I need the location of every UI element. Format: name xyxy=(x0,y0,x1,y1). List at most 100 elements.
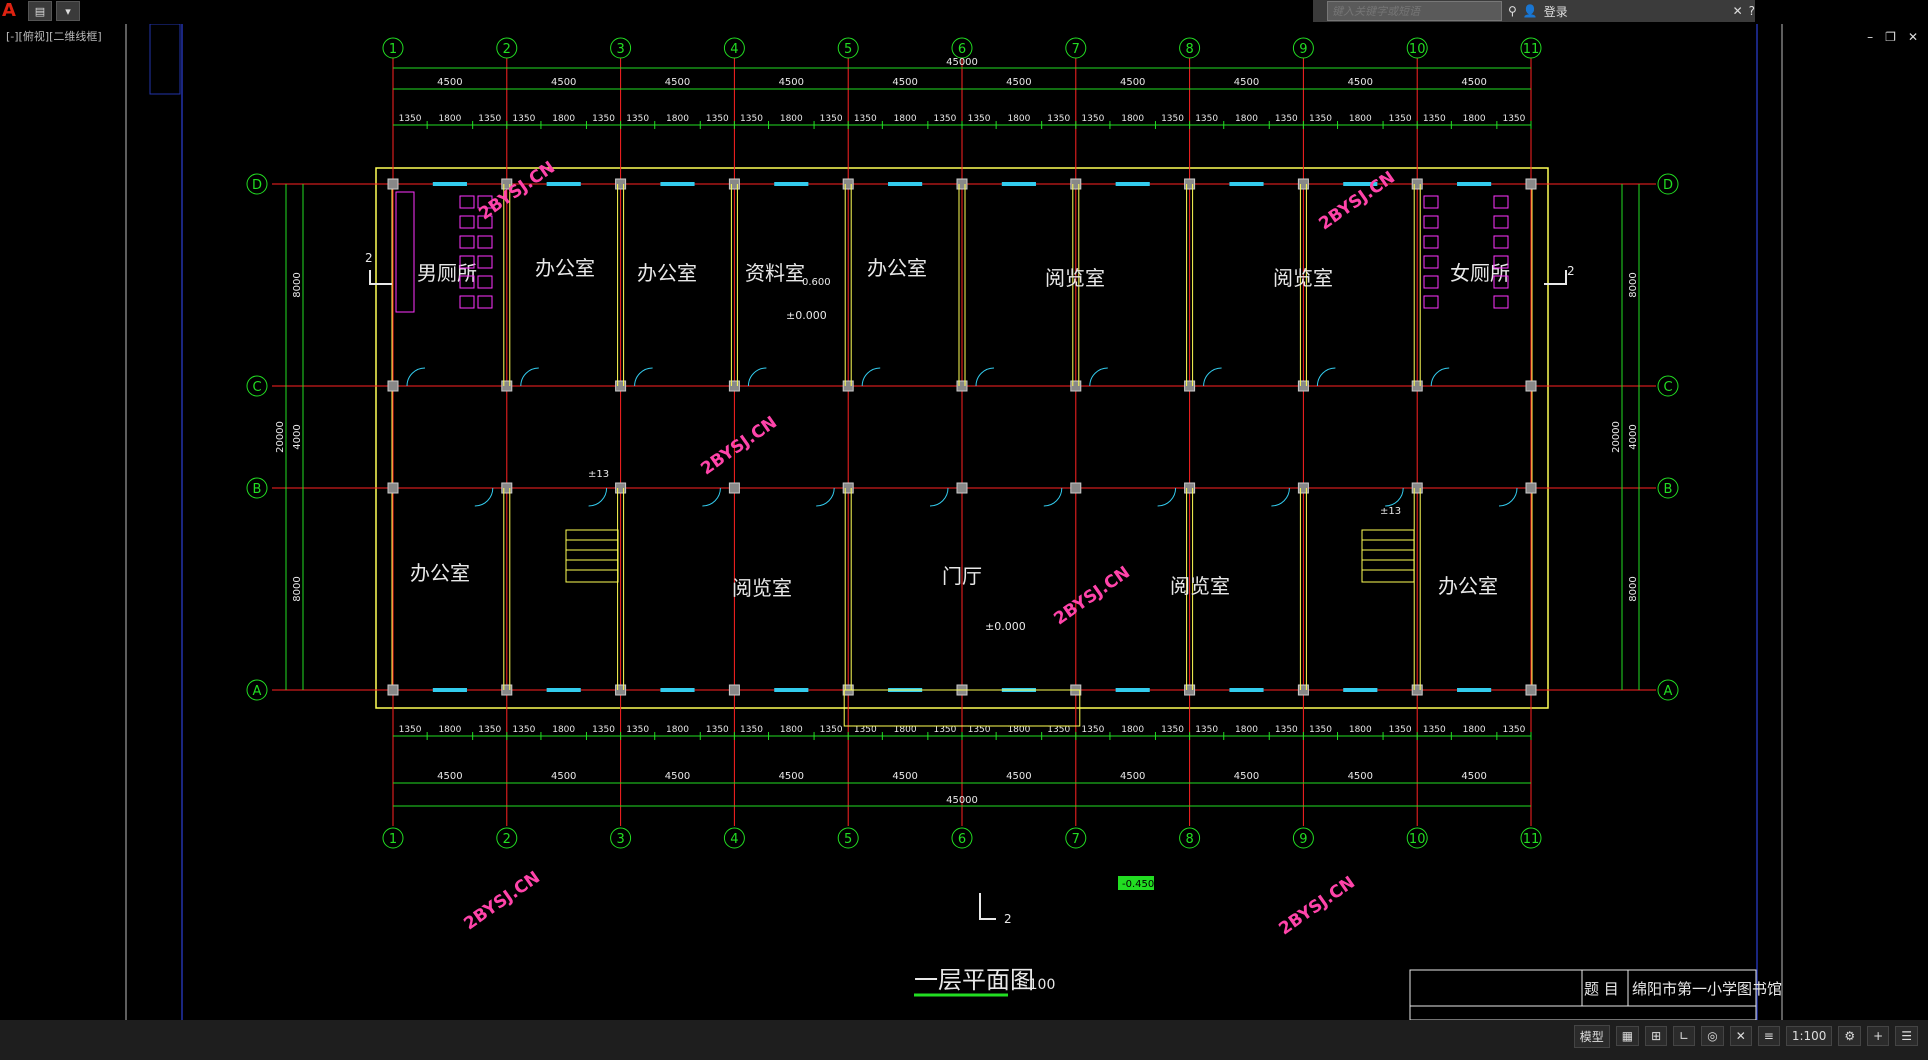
room-label: 男厕所 xyxy=(417,261,477,285)
dimension-sub-text: 1350 xyxy=(740,114,763,124)
dimension-sub-text: 1800 xyxy=(1349,725,1372,735)
column xyxy=(387,380,399,392)
axis-label: B xyxy=(253,482,262,497)
dimension-span-text: 4500 xyxy=(665,77,690,88)
urinal-trough xyxy=(395,191,415,313)
grid-icon[interactable]: ▦ xyxy=(1615,1026,1640,1046)
drawing-canvas[interactable]: 11223344556677889910101111D DC CB BA A 45000… xyxy=(0,24,1928,1020)
axis-label: 7 xyxy=(1072,42,1080,57)
room-label: 阅览室 xyxy=(1273,266,1333,290)
toilet-stall xyxy=(477,295,493,309)
window xyxy=(1229,688,1264,692)
dimension-span-text: 4500 xyxy=(1348,77,1373,88)
window xyxy=(432,688,467,692)
section-symbol-left xyxy=(369,270,392,285)
axis-label: 4 xyxy=(730,832,738,847)
stair-east xyxy=(1361,529,1415,583)
dimension-span-text: 4500 xyxy=(1120,77,1145,88)
door-swing xyxy=(861,367,881,387)
toilet-stall xyxy=(1423,275,1439,289)
dimension-sub-text: 1350 xyxy=(820,725,843,735)
dimension-span-text: 4500 xyxy=(437,77,462,88)
dimension-total-text: 45000 xyxy=(946,57,978,68)
dimension-sub-text: 1350 xyxy=(1081,725,1104,735)
snap-icon[interactable]: ⊞ xyxy=(1645,1026,1668,1046)
watermark: 2BYSJ.CN xyxy=(1275,873,1358,940)
dimension-sub-text: 1800 xyxy=(666,725,689,735)
toilet-stall xyxy=(1423,195,1439,209)
dimension-sub-text: 1350 xyxy=(1309,725,1332,735)
plus-icon[interactable]: + xyxy=(1867,1026,1890,1046)
dimension-sub-text: 1350 xyxy=(1275,725,1298,735)
settings-gear-icon[interactable]: ⚙ xyxy=(1838,1026,1862,1046)
title-block-label: 题 目 xyxy=(1584,980,1619,998)
window xyxy=(774,688,809,692)
lineweight-icon[interactable]: ≡ xyxy=(1757,1026,1780,1046)
toilet-stall xyxy=(1423,295,1439,309)
annotation-scale[interactable]: 1:100 xyxy=(1785,1026,1833,1046)
dimension-sub-text: 1350 xyxy=(1423,114,1446,124)
help-icon[interactable]: ? xyxy=(1749,4,1755,18)
column xyxy=(956,482,968,494)
door-swing xyxy=(1385,487,1404,507)
autocad-logo-icon[interactable]: A xyxy=(2,1,24,21)
dimension-depth-text: 20000 xyxy=(275,421,286,453)
open-file-icon[interactable]: ▤ xyxy=(28,1,52,21)
dimension-span-text: 4500 xyxy=(1234,771,1259,782)
toilet-stall xyxy=(1423,255,1439,269)
exchange-icon[interactable]: ✕ xyxy=(1733,4,1743,18)
column xyxy=(1070,482,1082,494)
window xyxy=(1457,182,1492,186)
dimension-sub-text: 1350 xyxy=(1502,725,1525,735)
toilet-stall xyxy=(477,275,493,289)
dimension-sub-text: 1350 xyxy=(1161,114,1184,124)
dimension-total-text: 45000 xyxy=(946,795,978,806)
menu-icon[interactable]: ☰ xyxy=(1895,1026,1918,1046)
dimension-sub-text: 1350 xyxy=(1309,114,1332,124)
column xyxy=(1525,380,1537,392)
dimension-sub-text: 1350 xyxy=(1081,114,1104,124)
dimension-sub-text: 1800 xyxy=(1121,725,1144,735)
axis-label: 6 xyxy=(958,42,966,57)
window xyxy=(546,688,581,692)
user-icon[interactable]: 👤 xyxy=(1523,4,1538,18)
window xyxy=(1229,182,1264,186)
watermark: 2BYSJ.CN xyxy=(697,413,780,480)
ortho-icon[interactable]: ∟ xyxy=(1673,1026,1696,1046)
column xyxy=(1525,482,1537,494)
search-input[interactable] xyxy=(1327,1,1502,21)
window xyxy=(774,182,809,186)
window xyxy=(660,182,695,186)
dimension-sub-text: 1350 xyxy=(478,114,501,124)
dimension-sub-text: 1800 xyxy=(666,114,689,124)
polar-icon[interactable]: ◎ xyxy=(1701,1026,1724,1046)
section-symbol-bottom xyxy=(979,893,996,920)
dimension-sub-text: 1800 xyxy=(1121,114,1144,124)
door-swing xyxy=(474,487,494,507)
toilet-stall xyxy=(1493,235,1509,249)
dimension-sub-text: 1350 xyxy=(1161,725,1184,735)
login-button[interactable]: 登录 xyxy=(1544,3,1568,20)
toilet-stall xyxy=(1493,215,1509,229)
osnap-icon[interactable]: ✕ xyxy=(1729,1026,1752,1046)
toilet-stall xyxy=(459,235,475,249)
door-swing xyxy=(975,367,995,387)
axis-label: B xyxy=(1664,482,1673,497)
toilet-stall xyxy=(459,215,475,229)
dimension-sub-text: 1800 xyxy=(1463,725,1486,735)
section-mark-right: 2 xyxy=(1567,264,1575,278)
window xyxy=(888,182,923,186)
dimension-sub-text: 1350 xyxy=(968,114,991,124)
axis-label: 11 xyxy=(1523,42,1540,57)
model-tab[interactable]: 模型 xyxy=(1573,1024,1610,1048)
dimension-room-text: 8000 xyxy=(1628,576,1639,601)
axis-label: D xyxy=(1663,178,1673,193)
dimension-span-text: 4500 xyxy=(779,77,804,88)
dropdown-chevron-icon[interactable]: ▾ xyxy=(56,1,80,21)
binoculars-icon[interactable]: ⚲ xyxy=(1508,4,1517,18)
dimension-sub-text: 1800 xyxy=(780,114,803,124)
axis-label: C xyxy=(252,380,261,395)
axis-label: 8 xyxy=(1185,832,1193,847)
window xyxy=(1001,182,1036,186)
dimension-room-text: 4000 xyxy=(1628,424,1639,449)
